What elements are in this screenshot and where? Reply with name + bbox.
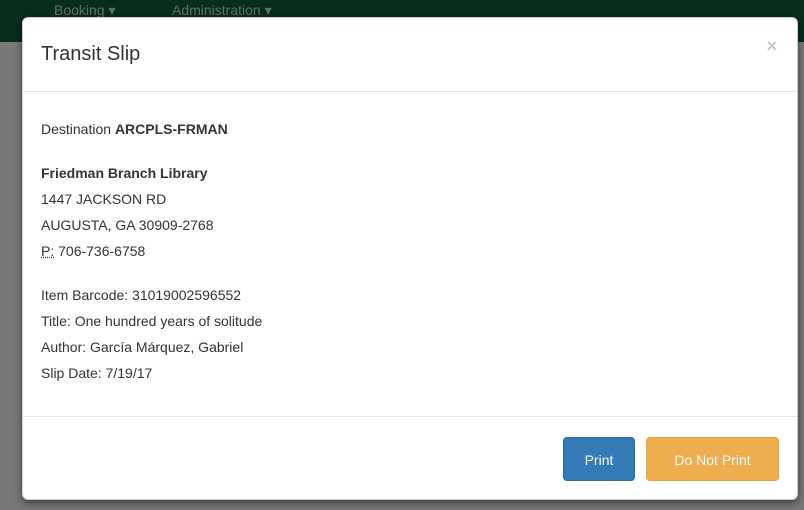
library-street: 1447 JACKSON RD <box>41 191 167 207</box>
dialog-footer: Print Do Not Print <box>23 416 797 499</box>
library-city-state-zip: AUGUSTA, GA 30909-2768 <box>41 217 214 233</box>
item-barcode: Item Barcode: 31019002596552 <box>41 287 242 303</box>
library-phone: 706-736-6758 <box>58 243 146 259</box>
print-button[interactable]: Print <box>563 437 635 481</box>
library-name: Friedman Branch Library <box>41 165 208 181</box>
slip-date: Slip Date: 7/19/17 <box>41 365 153 381</box>
item-title: Title: One hundred years of solitude <box>41 313 263 329</box>
close-icon[interactable]: × <box>766 36 777 57</box>
transit-slip-dialog: Transit Slip × Destination ARCPLS-FRMAN … <box>22 17 798 500</box>
destination-code: ARCPLS-FRMAN <box>114 121 228 137</box>
dialog-header: Transit Slip × <box>23 18 797 92</box>
destination-label: Destination <box>41 121 112 137</box>
phone-label: P: <box>41 243 55 259</box>
dialog-title: Transit Slip <box>41 43 141 65</box>
library-phone-line: P: 706-736-6758 <box>41 238 781 264</box>
destination-line: Destination ARCPLS-FRMAN <box>41 116 781 142</box>
do-not-print-button[interactable]: Do Not Print <box>646 437 779 481</box>
item-author: Author: García Márquez, Gabriel <box>41 339 244 355</box>
dialog-body: Destination ARCPLS-FRMAN Friedman Branch… <box>41 116 781 386</box>
